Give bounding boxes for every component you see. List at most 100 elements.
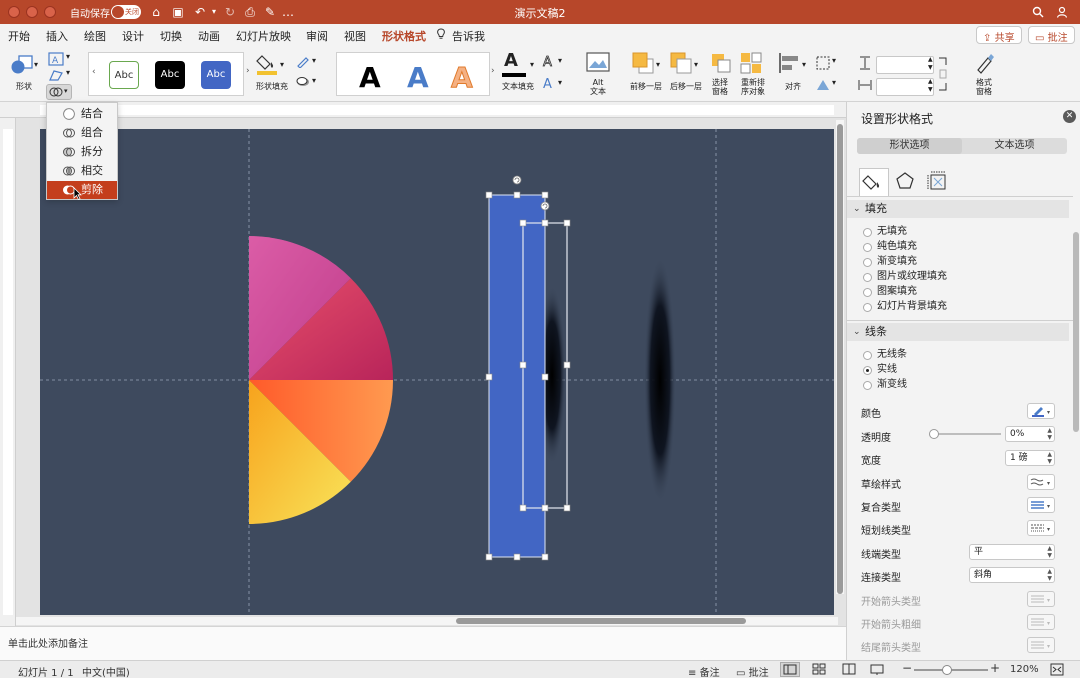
shape-outline-dropdown-icon[interactable]: ▾ <box>312 56 316 65</box>
transparency-slider-thumb[interactable] <box>929 429 939 439</box>
rotate-dropdown-icon[interactable]: ▾ <box>832 78 836 87</box>
share-button[interactable]: ⇪ 共享 <box>976 26 1022 44</box>
wordart-style-orange[interactable]: A <box>451 61 474 95</box>
pane-close-button[interactable]: ✕ <box>1063 110 1076 123</box>
comment-button[interactable]: ▭ 批注 <box>1028 26 1075 44</box>
begin-arrow-type-picker[interactable]: ▾ <box>1027 591 1055 607</box>
fill-section-header[interactable]: ⌄ 填充 <box>847 200 1069 218</box>
sketch-style-picker[interactable]: ▾ <box>1027 474 1055 490</box>
slideshow-icon[interactable] <box>870 663 884 676</box>
background-fill-option[interactable]: 幻灯片背景填充 <box>863 300 947 314</box>
align-icon[interactable] <box>778 52 800 74</box>
begin-arrow-size-picker[interactable]: ▾ <box>1027 614 1055 630</box>
merge-fragment-item[interactable]: 拆分 <box>47 143 117 161</box>
solid-line-option[interactable]: 实线 <box>863 363 897 377</box>
bring-forward-dropdown-icon[interactable]: ▾ <box>656 60 660 69</box>
tab-view[interactable]: 视图 <box>344 28 366 44</box>
text-fill-icon[interactable]: A <box>504 50 518 71</box>
text-options-tab[interactable]: 文本选项 <box>962 138 1067 154</box>
line-width-input[interactable]: 1 磅 ▲ ▼ <box>1005 450 1055 466</box>
reorder-objects-icon[interactable] <box>740 52 762 74</box>
lock-aspect-icon[interactable] <box>938 56 948 92</box>
shapes-dropdown-icon[interactable]: ▾ <box>34 60 38 69</box>
alt-text-icon[interactable] <box>586 52 610 74</box>
tab-tell-me[interactable]: 告诉我 <box>452 28 485 44</box>
tab-animations[interactable]: 动画 <box>198 28 220 44</box>
gradient-fill-option[interactable]: 渐变填充 <box>863 255 917 269</box>
merge-intersect-item[interactable]: 相交 <box>47 162 117 180</box>
group-icon[interactable] <box>816 56 830 70</box>
comments-toggle[interactable]: ▭ 批注 <box>736 664 769 678</box>
tab-home[interactable]: 开始 <box>8 28 30 44</box>
reading-view-icon[interactable] <box>842 663 856 676</box>
format-pane-icon[interactable] <box>974 52 996 74</box>
search-icon[interactable] <box>1030 3 1046 21</box>
semicircle-shape[interactable] <box>249 236 393 524</box>
transparency-slider[interactable] <box>929 429 1001 439</box>
tab-slideshow[interactable]: 幻灯片放映 <box>236 28 291 44</box>
edit-shape-dropdown-icon[interactable]: ▾ <box>66 68 70 77</box>
shape-outline-icon[interactable] <box>296 56 310 68</box>
rotate-icon[interactable] <box>816 78 830 92</box>
fit-to-window-icon[interactable] <box>1050 663 1064 676</box>
shape-height-stepper[interactable]: ▲ ▼ <box>928 56 933 72</box>
effects-tab[interactable] <box>891 168 921 196</box>
align-dropdown-icon[interactable]: ▾ <box>802 60 806 69</box>
send-backward-dropdown-icon[interactable]: ▾ <box>694 60 698 69</box>
shape-fill-icon[interactable] <box>256 52 278 76</box>
group-dropdown-icon[interactable]: ▾ <box>832 56 836 65</box>
line-section-header[interactable]: ⌄ 线条 <box>847 323 1069 341</box>
slide-horizontal-scrollbar[interactable] <box>16 617 838 625</box>
shape-effects-dropdown-icon[interactable]: ▾ <box>312 76 316 85</box>
reorder-objects-label[interactable]: 重新排 序对象 <box>738 78 768 96</box>
line-width-stepper[interactable]: ▲ ▼ <box>1047 451 1052 465</box>
normal-view-button[interactable] <box>780 662 800 677</box>
size-properties-tab[interactable] <box>923 168 953 196</box>
tab-insert[interactable]: 插入 <box>46 28 68 44</box>
language-indicator[interactable]: 中文(中国) <box>82 664 130 678</box>
bring-forward-icon[interactable] <box>632 52 654 74</box>
transparency-stepper[interactable]: ▲ ▼ <box>1047 427 1052 441</box>
notes-placeholder[interactable]: 单击此处添加备注 <box>8 635 88 650</box>
gallery-more-icon[interactable]: › <box>246 66 250 76</box>
join-type-select[interactable]: 斜角 ▲ ▼ <box>969 567 1055 583</box>
gradient-line-option[interactable]: 渐变线 <box>863 378 907 392</box>
shape-style-blue[interactable]: Abc <box>201 61 231 89</box>
tab-review[interactable]: 审阅 <box>306 28 328 44</box>
tab-shape-format[interactable]: 形状格式 <box>382 28 426 48</box>
text-outline-dropdown-icon[interactable]: ▾ <box>558 56 562 65</box>
picture-fill-option[interactable]: 图片或纹理填充 <box>863 270 947 284</box>
shadow-ellipse[interactable] <box>644 256 676 504</box>
notes-pane[interactable]: 单击此处添加备注 <box>0 626 846 660</box>
pane-scrollbar[interactable] <box>1073 232 1079 652</box>
send-backward-icon[interactable] <box>670 52 692 74</box>
zoom-in-button[interactable]: + <box>990 661 1000 675</box>
slide-canvas[interactable] <box>40 129 834 615</box>
cap-type-select[interactable]: 平 ▲ ▼ <box>969 544 1055 560</box>
gallery-prev-icon[interactable]: ‹ <box>92 67 96 77</box>
format-pane-label[interactable]: 格式 窗格 <box>970 78 998 96</box>
shapes-icon[interactable] <box>10 54 34 76</box>
rotate-handle-icon[interactable] <box>512 175 522 185</box>
notes-toggle[interactable]: ≡ 备注 <box>688 664 720 678</box>
line-color-picker[interactable]: ▾ <box>1027 403 1055 419</box>
selection-pane-icon[interactable] <box>710 52 732 74</box>
zoom-out-button[interactable]: − <box>902 661 912 675</box>
tab-draw[interactable]: 绘图 <box>84 28 106 44</box>
wordart-style-blue[interactable]: A <box>407 61 429 94</box>
edit-shape-icon[interactable] <box>48 68 64 82</box>
transparency-input[interactable]: 0% ▲ ▼ <box>1005 426 1055 442</box>
tab-design[interactable]: 设计 <box>122 28 144 44</box>
merge-subtract-item[interactable]: 剪除 <box>47 181 117 199</box>
shape-fill-dropdown-icon[interactable]: ▾ <box>280 60 284 69</box>
shape-height-input[interactable] <box>876 56 934 74</box>
shape-width-stepper[interactable]: ▲ ▼ <box>928 78 933 94</box>
wordart-style-black[interactable]: A <box>359 61 381 94</box>
zoom-slider[interactable] <box>914 665 988 675</box>
account-icon[interactable] <box>1054 3 1070 21</box>
selection-pane-label[interactable]: 选择 窗格 <box>706 78 734 96</box>
no-fill-option[interactable]: 无填充 <box>863 225 907 239</box>
fill-line-tab[interactable] <box>859 168 889 196</box>
no-line-option[interactable]: 无线条 <box>863 348 907 362</box>
alt-text-label[interactable]: Alt 文本 <box>584 78 612 96</box>
